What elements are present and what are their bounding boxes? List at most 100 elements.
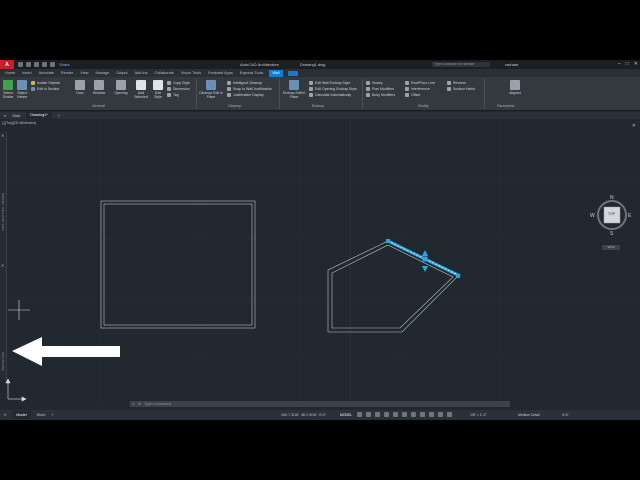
- edit-style-button[interactable]: Edit Style: [151, 80, 165, 99]
- aligned-button[interactable]: Aligned: [506, 80, 524, 95]
- layout-tab-work[interactable]: Work: [37, 413, 46, 417]
- share-button[interactable]: Share: [59, 62, 70, 67]
- snap-to-wall-button[interactable]: Snap to Wall Justification: [227, 87, 272, 91]
- cut-plane-height[interactable]: 3'-6": [562, 413, 569, 417]
- plan-modifiers-button[interactable]: Plan Modifiers: [366, 87, 394, 91]
- search-input[interactable]: Type a keyword or phrase: [432, 62, 490, 67]
- grip-start[interactable]: [386, 239, 390, 243]
- endcap-icon: [289, 80, 299, 90]
- application-menu-button[interactable]: A: [0, 60, 14, 69]
- viewcube-east[interactable]: E: [628, 213, 631, 219]
- new-layout-icon[interactable]: +: [51, 413, 53, 417]
- select-similar-button[interactable]: Select Similar: [2, 80, 14, 99]
- grip-end[interactable]: [456, 274, 460, 278]
- edit-wall-endcap-style-button[interactable]: Edit Wall Endcap Style: [309, 81, 350, 85]
- tab-annotate[interactable]: Annotate: [38, 71, 55, 75]
- cleanup-edit-in-place-button[interactable]: Cleanup Edit in Place: [199, 80, 223, 99]
- viewcube-south[interactable]: S: [610, 231, 613, 237]
- open-icon[interactable]: [26, 62, 31, 67]
- tab-add-ins[interactable]: Add-ins: [134, 71, 149, 75]
- model-space-button[interactable]: MODEL: [340, 413, 352, 417]
- grip-location[interactable]: [422, 256, 428, 262]
- isodraft-icon[interactable]: [393, 412, 398, 417]
- intelligent-cleanup-button[interactable]: Intelligent Cleanup: [227, 81, 262, 85]
- ortho-icon[interactable]: [375, 412, 380, 417]
- edit-in-section-button[interactable]: Edit in Section: [31, 87, 59, 91]
- opening-button[interactable]: Opening: [112, 80, 130, 95]
- close-icon[interactable]: ✕: [634, 61, 638, 67]
- selection-cycling-icon[interactable]: [438, 412, 443, 417]
- offset-button[interactable]: Offset: [405, 93, 420, 97]
- snap-mode-icon[interactable]: [366, 412, 371, 417]
- tab-output[interactable]: Output: [115, 71, 128, 75]
- add-selected-button[interactable]: Add Selected: [133, 80, 149, 99]
- new-icon[interactable]: [18, 62, 23, 67]
- body-modifiers-button[interactable]: Body Modifiers: [366, 93, 395, 97]
- ribbon-options-icon[interactable]: [287, 70, 298, 76]
- redo-icon[interactable]: [50, 62, 55, 67]
- window-icon: [94, 80, 104, 90]
- command-settings-icon[interactable]: ⚙: [138, 402, 141, 406]
- calculate-automatically-button[interactable]: Calculate Automatically: [309, 93, 351, 97]
- menu-icon[interactable]: ≡: [4, 413, 6, 417]
- annotation-visibility-icon[interactable]: [447, 412, 452, 417]
- viewcube-west[interactable]: W: [590, 213, 595, 219]
- isolate-objects-button[interactable]: Isolate Objects: [31, 81, 60, 85]
- tag-button[interactable]: Tag: [167, 93, 179, 97]
- surface-hatch-button[interactable]: Surface Hatch: [447, 87, 475, 91]
- transparency-icon[interactable]: [429, 412, 434, 417]
- tab-collaborate[interactable]: Collaborate: [153, 71, 174, 75]
- grip-width-up[interactable]: [422, 250, 428, 256]
- endcap-edit-in-place-button[interactable]: Endcap Edit in Place: [282, 80, 306, 99]
- tab-render[interactable]: Render: [60, 71, 74, 75]
- wcs-menu[interactable]: WCS: [602, 245, 620, 250]
- viewcube-north[interactable]: N: [610, 195, 614, 201]
- grip-width-down[interactable]: [422, 266, 428, 272]
- menu-icon[interactable]: ≡: [4, 114, 6, 118]
- tab-view[interactable]: View: [79, 71, 89, 75]
- object-snap-tracking-icon[interactable]: [402, 412, 407, 417]
- dimension-button[interactable]: Dimension: [167, 87, 190, 91]
- tab-home[interactable]: Home: [4, 71, 16, 75]
- save-icon[interactable]: [34, 62, 39, 67]
- tab-vision-tools[interactable]: Vision Tools: [180, 71, 202, 75]
- copy-style-button[interactable]: Copy Style: [167, 81, 190, 85]
- new-tab-icon[interactable]: +: [58, 114, 60, 118]
- justification-display-button[interactable]: Justification Display: [227, 93, 264, 97]
- file-tab-start[interactable]: Start: [12, 114, 20, 118]
- file-tab-drawing1[interactable]: Drawing1*: [26, 112, 52, 119]
- command-line[interactable]: ✕ ⚙ Type a command: [130, 401, 510, 407]
- sweep-button[interactable]: Sweep: [366, 81, 383, 85]
- maximize-icon[interactable]: □: [626, 61, 629, 67]
- drawing-viewport[interactable]: [-][Top][2D Wireframe] ✕ TOOL PALETTES -…: [0, 119, 640, 406]
- user-account[interactable]: rachant: [505, 62, 518, 67]
- tab-express-tools[interactable]: Express Tools: [239, 71, 265, 75]
- door-button[interactable]: Door: [74, 80, 86, 95]
- display-configuration[interactable]: Medium Detail: [518, 413, 540, 417]
- annotation-scale[interactable]: 1/8" = 1'-0": [470, 413, 487, 417]
- lineweight-icon[interactable]: [420, 412, 425, 417]
- selected-wall-segment[interactable]: [386, 239, 461, 278]
- grid-icon[interactable]: [357, 412, 362, 417]
- pentagon-wall[interactable]: [327, 240, 459, 333]
- object-viewer-button[interactable]: Object Viewer: [15, 80, 29, 99]
- roof-floor-line-button[interactable]: Roof/Floor Line: [405, 81, 435, 85]
- command-close-icon[interactable]: ✕: [132, 402, 135, 406]
- layout-tab-model[interactable]: Model: [12, 411, 31, 419]
- tab-featured-apps[interactable]: Featured Apps: [207, 71, 234, 75]
- edit-opening-endcap-style-button[interactable]: Edit Opening Endcap Style: [309, 87, 357, 91]
- square-wall[interactable]: [100, 200, 256, 329]
- command-input[interactable]: Type a command: [144, 402, 171, 406]
- tab-manage[interactable]: Manage: [94, 71, 110, 75]
- object-snap-icon[interactable]: [411, 412, 416, 417]
- tab-insert[interactable]: Insert: [21, 71, 33, 75]
- viewcube-top-label[interactable]: TOP: [608, 212, 615, 216]
- interference-button[interactable]: Interference: [405, 87, 430, 91]
- tab-wall[interactable]: Wall: [269, 69, 283, 77]
- reverse-button[interactable]: Reverse: [447, 81, 466, 85]
- minimize-icon[interactable]: –: [618, 61, 621, 67]
- coordinate-readout[interactable]: 154'-7 3/16", 38'-2 9/16", 0'-0": [281, 413, 326, 417]
- window-button[interactable]: Window: [91, 80, 107, 95]
- undo-icon[interactable]: [42, 62, 47, 67]
- polar-icon[interactable]: [384, 412, 389, 417]
